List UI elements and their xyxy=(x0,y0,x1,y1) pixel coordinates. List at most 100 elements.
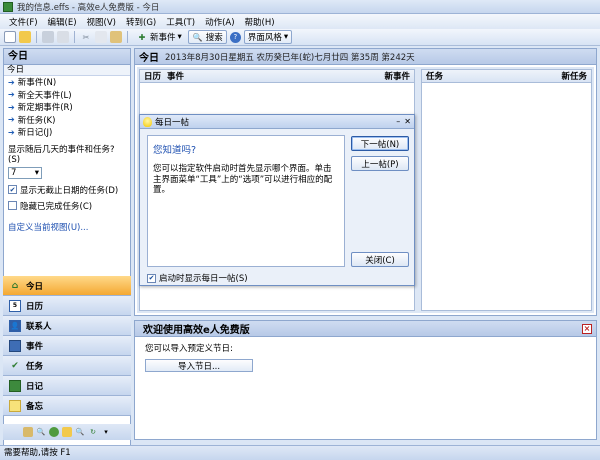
toolbar-separator xyxy=(127,31,128,43)
window-title: 我的信息.effs - 高效e人免费版 - 今日 xyxy=(17,2,160,13)
copy-icon[interactable] xyxy=(95,31,107,43)
checkbox-checked-icon: ✔ xyxy=(8,185,17,194)
tip-question: 您知道吗? xyxy=(153,145,197,156)
nav-events[interactable]: 事件 xyxy=(3,336,131,356)
link-new-diary[interactable]: ➔ 新日记(J) xyxy=(4,126,130,139)
contacts-icon: 👤 xyxy=(9,319,21,332)
menu-edit[interactable]: 编辑(E) xyxy=(43,16,82,28)
toolbar: ✂ ✚ 新事件 ▾ 🔍 搜索 ? 界面风格 ▾ xyxy=(0,29,600,46)
dialog-title: 每日一帖 xyxy=(155,117,190,128)
print-preview-icon[interactable] xyxy=(57,31,69,43)
checkbox-label: 隐藏已完成任务(C) xyxy=(20,201,93,212)
chevron-down-icon[interactable]: ▾ xyxy=(101,427,111,437)
cut-icon[interactable]: ✂ xyxy=(80,31,92,43)
checkbox-unchecked-icon xyxy=(8,201,17,210)
today-section-title: 今日 xyxy=(4,65,130,76)
link-label: 新日记(J) xyxy=(17,128,53,139)
paste-icon[interactable] xyxy=(110,31,122,43)
checkbox-label: 启动时显示每日一帖(S) xyxy=(159,274,248,284)
search-icon: 🔍 xyxy=(192,32,203,42)
nav-label: 事件 xyxy=(26,341,44,352)
search-icon[interactable]: 🔍 xyxy=(36,427,46,437)
dialog-title-bar: 每日一帖 – ✕ xyxy=(140,115,414,129)
search-button[interactable]: 🔍 搜索 xyxy=(187,30,227,44)
new-event-icon: ✚ xyxy=(138,32,146,42)
interface-style-label: 界面风格 xyxy=(247,33,282,43)
link-new-allday-event[interactable]: ➔ 新全天事件(L) xyxy=(4,89,130,102)
calendar-col-label: 日历 xyxy=(144,72,162,82)
nav-label: 联系人 xyxy=(26,321,52,332)
menu-actions[interactable]: 动作(A) xyxy=(200,16,239,28)
nav-contacts[interactable]: 👤 联系人 xyxy=(3,316,131,336)
nav-tasks[interactable]: ✔ 任务 xyxy=(3,356,131,376)
search-icon[interactable]: 🔍 xyxy=(75,427,85,437)
diary-icon xyxy=(9,379,21,392)
nav-label: 日记 xyxy=(26,381,44,392)
welcome-panel: 欢迎使用高效e人免费版 × 您可以导入预定义节日: 导入节日... xyxy=(134,320,597,440)
interface-style-button[interactable]: 界面风格 ▾ xyxy=(243,30,293,44)
arrow-right-icon: ➔ xyxy=(8,102,15,112)
show-on-startup-checkbox[interactable]: ✔ 启动时显示每日一帖(S) xyxy=(147,272,248,284)
close-icon[interactable]: ✕ xyxy=(404,117,411,126)
status-bar: 需要帮助,请按 F1 xyxy=(0,445,600,460)
nav-diary[interactable]: 日记 xyxy=(3,376,131,396)
arrow-right-icon: ➔ xyxy=(8,115,15,125)
nav-calendar[interactable]: 5 日历 xyxy=(3,296,131,316)
link-label: 新事件(N) xyxy=(17,78,57,89)
menu-tools[interactable]: 工具(T) xyxy=(161,16,200,28)
nav-shortcuts-bar: 🔍 🔍 ↻ ▾ xyxy=(3,424,131,440)
events-icon xyxy=(9,339,21,352)
next-tip-button[interactable]: 下一帖(N) xyxy=(351,136,409,151)
calendar-events-header: 日历 事件 新事件 xyxy=(140,70,414,83)
hide-completed-checkbox[interactable]: 隐藏已完成任务(C) xyxy=(4,198,130,214)
globe-icon[interactable] xyxy=(49,427,59,437)
clipboard-icon[interactable] xyxy=(23,427,33,437)
nav-label: 任务 xyxy=(26,361,44,372)
link-new-recurring-event[interactable]: ➔ 新定期事件(R) xyxy=(4,101,130,114)
menu-view[interactable]: 视图(V) xyxy=(82,16,121,28)
nav-today[interactable]: ⌂ 今日 xyxy=(3,276,131,296)
menu-go[interactable]: 转到(G) xyxy=(121,16,161,28)
days-ahead-select[interactable]: 7 ▾ xyxy=(8,166,42,179)
title-bar: 我的信息.effs - 高效e人免费版 - 今日 xyxy=(0,0,600,14)
new-event-button[interactable]: ✚ 新事件 ▾ xyxy=(133,30,185,44)
menu-help[interactable]: 帮助(H) xyxy=(240,16,280,28)
tasks-header: 任务 新任务 xyxy=(422,70,591,83)
show-no-deadline-checkbox[interactable]: ✔ 显示无截止日期的任务(D) xyxy=(4,182,130,198)
open-folder-icon[interactable] xyxy=(19,31,31,43)
folder-icon[interactable] xyxy=(62,427,72,437)
tasks-col-label: 任务 xyxy=(426,72,444,82)
arrow-right-icon: ➔ xyxy=(8,127,15,137)
previous-tip-button[interactable]: 上一帖(P) xyxy=(351,156,409,171)
refresh-icon[interactable]: ↻ xyxy=(88,427,98,437)
nav-label: 备忘 xyxy=(26,401,44,412)
chevron-down-icon: ▾ xyxy=(283,32,289,42)
link-new-event[interactable]: ➔ 新事件(N) xyxy=(4,76,130,89)
print-icon[interactable] xyxy=(42,31,54,43)
link-new-task[interactable]: ➔ 新任务(K) xyxy=(4,114,130,127)
main-title: 今日 xyxy=(139,53,159,64)
new-task-link[interactable]: 新任务 xyxy=(561,70,587,82)
minimize-icon[interactable]: – xyxy=(396,117,400,126)
nav-notes[interactable]: 备忘 xyxy=(3,396,131,416)
link-label: 新任务(K) xyxy=(17,115,56,126)
today-main-header: 今日 2013年8月30日星期五 农历癸巳年(蛇)七月廿四 第35周 第242天 xyxy=(135,49,596,65)
toolbar-separator xyxy=(74,31,75,43)
tip-text: 您可以指定软件启动时首先显示哪个界面。单击主界面菜单“工具”上的“选项”可以进行… xyxy=(153,164,333,195)
help-icon[interactable]: ? xyxy=(229,31,241,43)
new-event-link[interactable]: 新事件 xyxy=(384,70,410,82)
tasks-column: 任务 新任务 xyxy=(421,69,592,311)
close-button[interactable]: 关闭(C) xyxy=(351,252,409,267)
close-icon[interactable]: × xyxy=(582,323,592,334)
app-icon xyxy=(3,1,13,12)
today-panel-header: 今日 xyxy=(4,49,130,65)
menu-file[interactable]: 文件(F) xyxy=(4,16,43,28)
new-file-icon[interactable] xyxy=(4,31,16,43)
arrow-right-icon: ➔ xyxy=(8,90,15,100)
customize-view-link[interactable]: 自定义当前视图(U)... xyxy=(4,214,130,240)
menu-bar: 文件(F) 编辑(E) 视图(V) 转到(G) 工具(T) 动作(A) 帮助(H… xyxy=(0,14,600,29)
import-holidays-button[interactable]: 导入节日... xyxy=(145,359,253,372)
notes-icon xyxy=(9,399,21,412)
welcome-header: 欢迎使用高效e人免费版 × xyxy=(135,321,596,337)
home-icon: ⌂ xyxy=(11,280,19,291)
